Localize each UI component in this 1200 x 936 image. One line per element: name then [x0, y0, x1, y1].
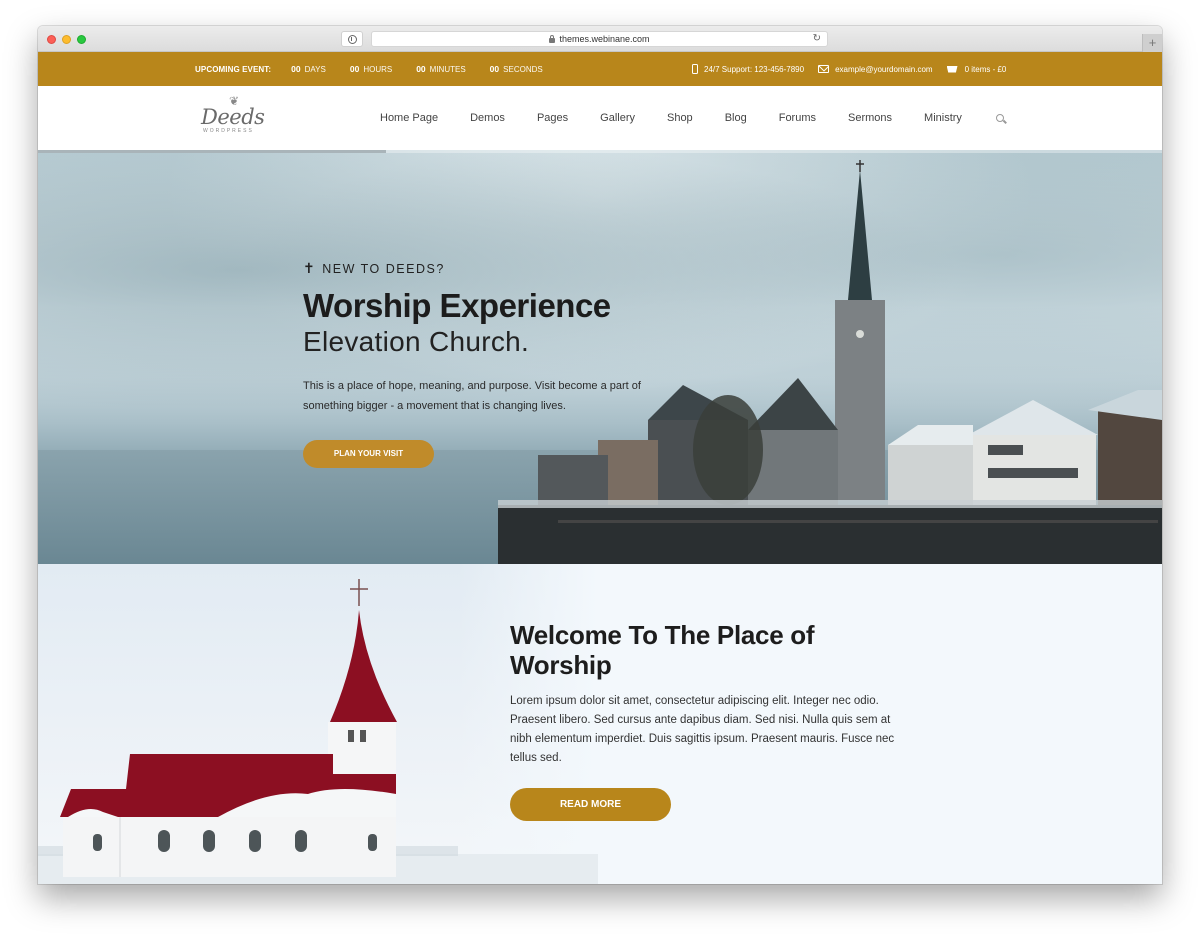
hero-content: ✝ NEW TO DEEDS? Worship Experience Eleva…: [303, 260, 663, 468]
countdown-hours: 00 HOURS: [349, 64, 393, 74]
privacy-report-button[interactable]: [341, 31, 363, 47]
plan-your-visit-button[interactable]: PLAN YOUR VISIT: [303, 440, 434, 468]
hero-description: This is a place of hope, meaning, and pu…: [303, 380, 641, 412]
nav-blog[interactable]: Blog: [725, 112, 747, 124]
nav-home-page[interactable]: Home Page: [380, 112, 438, 124]
slider-progress-fill: [38, 150, 387, 153]
cart-icon: [946, 65, 958, 73]
welcome-title: Welcome To The Place of Worship: [510, 620, 815, 680]
privacy-icon: [347, 34, 357, 44]
nav-sermons[interactable]: Sermons: [848, 112, 892, 124]
read-more-button[interactable]: READ MORE: [510, 788, 671, 821]
search-icon[interactable]: [995, 114, 1004, 122]
hero-slider: ✝ NEW TO DEEDS? Worship Experience Eleva…: [38, 150, 1162, 564]
nav-forums[interactable]: Forums: [779, 112, 816, 124]
mail-icon: [818, 65, 830, 73]
zoom-window-button[interactable]: [77, 35, 86, 44]
welcome-section: Welcome To The Place of Worship Lorem ip…: [38, 564, 1162, 884]
church-spire: [848, 170, 872, 300]
nav-gallery[interactable]: Gallery: [600, 112, 635, 124]
close-window-button[interactable]: [47, 35, 56, 44]
lock-icon: [549, 34, 556, 43]
main-nav: Home Page Demos Pages Gallery Shop Blog …: [380, 86, 1004, 150]
minimize-window-button[interactable]: [62, 35, 71, 44]
nav-demos[interactable]: Demos: [470, 112, 505, 124]
browser-window: themes.webinane.com ↻ + UPCOMING EVENT: …: [38, 26, 1162, 884]
hero-title: Worship Experience: [303, 287, 611, 324]
welcome-content: Welcome To The Place of Worship Lorem ip…: [510, 620, 910, 821]
contact-info: 24/7 Support: 123-456-7890 example@yourd…: [692, 52, 1020, 86]
nav-pages[interactable]: Pages: [537, 112, 568, 124]
nav-shop[interactable]: Shop: [667, 112, 693, 124]
site-logo[interactable]: ❦ Deeds WORDPRESS: [201, 94, 265, 136]
countdown-minutes: 00 MINUTES: [416, 64, 466, 74]
cross-icon: ✝: [303, 260, 317, 276]
browser-toolbar: themes.webinane.com ↻ +: [38, 26, 1162, 52]
slider-progress-track: [38, 150, 1162, 153]
nav-ministry[interactable]: Ministry: [924, 112, 962, 124]
url-text: themes.webinane.com: [559, 34, 650, 44]
new-tab-button[interactable]: +: [1142, 34, 1162, 52]
countdown-days: 00 DAYS: [291, 64, 326, 74]
welcome-description: Lorem ipsum dolor sit amet, consectetur …: [510, 695, 895, 764]
window-controls: [47, 35, 86, 44]
support-phone[interactable]: 24/7 Support: 123-456-7890: [692, 64, 804, 74]
site-header: ❦ Deeds WORDPRESS Home Page Demos Pages …: [38, 86, 1162, 150]
hero-subtitle: Elevation Church.: [303, 326, 530, 357]
reload-icon[interactable]: ↻: [813, 33, 821, 44]
top-info-bar: UPCOMING EVENT: 00 DAYS 00 HOURS 00 MINUTES…: [38, 52, 1162, 86]
event-countdown: UPCOMING EVENT: 00 DAYS 00 HOURS 00 MINUTES…: [195, 52, 567, 86]
support-email[interactable]: example@yourdomain.com: [818, 65, 933, 74]
phone-icon: [692, 64, 698, 74]
countdown-seconds: 00 SECONDS: [489, 64, 543, 74]
address-bar[interactable]: themes.webinane.com ↻: [371, 31, 828, 47]
hero-eyebrow: ✝ NEW TO DEEDS?: [303, 260, 445, 276]
cart-link[interactable]: 0 items - £0: [946, 65, 1006, 74]
event-label: UPCOMING EVENT:: [195, 64, 272, 74]
